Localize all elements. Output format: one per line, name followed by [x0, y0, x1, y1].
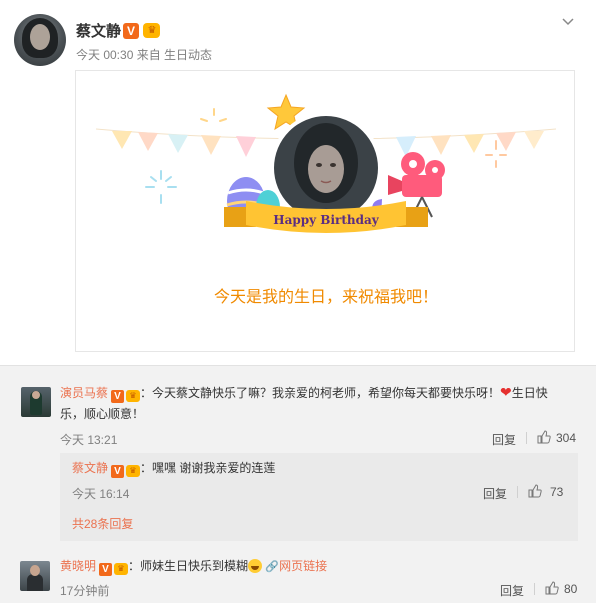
web-link[interactable]: 网页链接 [279, 559, 327, 573]
reply-button[interactable]: 回复 [492, 431, 516, 448]
weibo-post: 蔡文静 V ♛ 今天 00:30 来自 生日动态 Happy Birthday … [0, 0, 596, 365]
birthday-card[interactable]: Happy Birthday 今天是我的生日，来祝福我吧！ [75, 70, 575, 352]
divider [517, 486, 518, 498]
reply-text: 蔡文静 V ♛ ：嘿嘿 谢谢我亲爱的连莲 [72, 457, 275, 479]
post-meta: 今天 00:30 来自 生日动态 [76, 48, 213, 62]
verified-badge-icon: V [123, 22, 139, 39]
reply-time: 今天 16:14 [72, 487, 130, 501]
link-icon[interactable]: 🔗 [265, 561, 279, 573]
member-crown-icon: ♛ [126, 390, 141, 402]
sparkle-icon [200, 108, 227, 122]
comment-body: ：今天蔡文静快乐了嘛？我亲爱的柯老师，希望你每天都要快乐呀！ [140, 386, 501, 400]
member-crown-icon: ♛ [143, 23, 161, 39]
comment-2-text: 黄晓明 V ♛ ：师妹生日快乐到模糊 🔗网页链接 [60, 555, 582, 578]
comment-time: 今天 13:21 [60, 433, 118, 447]
member-crown-icon: ♛ [126, 465, 141, 477]
commenter-avatar[interactable] [21, 387, 51, 417]
comment-body: ：师妹生日快乐到模糊 [128, 559, 249, 573]
grinning-emoji-icon [248, 559, 263, 573]
reply-body: ：嘿嘿 谢谢我亲爱的连莲 [140, 461, 276, 475]
section-divider [0, 365, 596, 366]
author-name[interactable]: 蔡文静 [76, 20, 121, 41]
comments-section: 演员马蔡 V ♛ ：今天蔡文静快乐了嘛？我亲爱的柯老师，希望你每天都要快乐呀！❤生日快… [0, 365, 596, 603]
commenter-name[interactable]: 演员马蔡 [60, 386, 108, 400]
author-badges: V ♛ [123, 22, 161, 40]
thumbs-up-icon[interactable] [537, 430, 551, 444]
verified-badge-icon: V [111, 390, 125, 403]
like-count: 80 [564, 582, 578, 596]
reply-thread: 蔡文静 V ♛ ：嘿嘿 谢谢我亲爱的连莲 今天 16:14 回复 73 共28条回复 [60, 453, 578, 541]
reply-button[interactable]: 回复 [500, 582, 524, 599]
divider [534, 583, 535, 595]
comment-1-text: 演员马蔡 V ♛ ：今天蔡文静快乐了嘛？我亲爱的柯老师，希望你每天都要快乐呀！❤生日快 [60, 381, 582, 404]
verified-badge-icon: V [111, 465, 125, 478]
more-replies-link[interactable]: 共28条回复 [72, 515, 133, 532]
divider [526, 432, 527, 444]
comment-1-text-line2: 乐，顺心顺意！ [60, 407, 145, 421]
thumbs-up-icon[interactable] [545, 581, 559, 595]
member-crown-icon: ♛ [114, 563, 129, 575]
sparkle-icon [145, 170, 177, 204]
comment-body-tail: 生日快 [511, 386, 548, 400]
thumbs-up-icon[interactable] [528, 484, 542, 498]
verified-badge-icon: V [99, 563, 113, 576]
birthday-wish-text: 今天是我的生日，来祝福我吧！ [213, 289, 438, 306]
reply-author-name[interactable]: 蔡文静 [72, 461, 108, 475]
author-avatar[interactable] [14, 14, 66, 66]
reply-button[interactable]: 回复 [483, 485, 507, 502]
commenter-name[interactable]: 黄晓明 [60, 559, 96, 573]
like-count: 73 [550, 485, 564, 499]
banner-text: Happy Birthday [273, 213, 379, 227]
birthday-illustration [95, 93, 557, 233]
comment-time: 17分钟前 [60, 584, 110, 598]
commenter-avatar[interactable] [20, 561, 50, 591]
like-count: 304 [556, 431, 577, 445]
heart-icon: ❤ [500, 384, 512, 400]
chevron-down-icon[interactable] [560, 14, 576, 30]
